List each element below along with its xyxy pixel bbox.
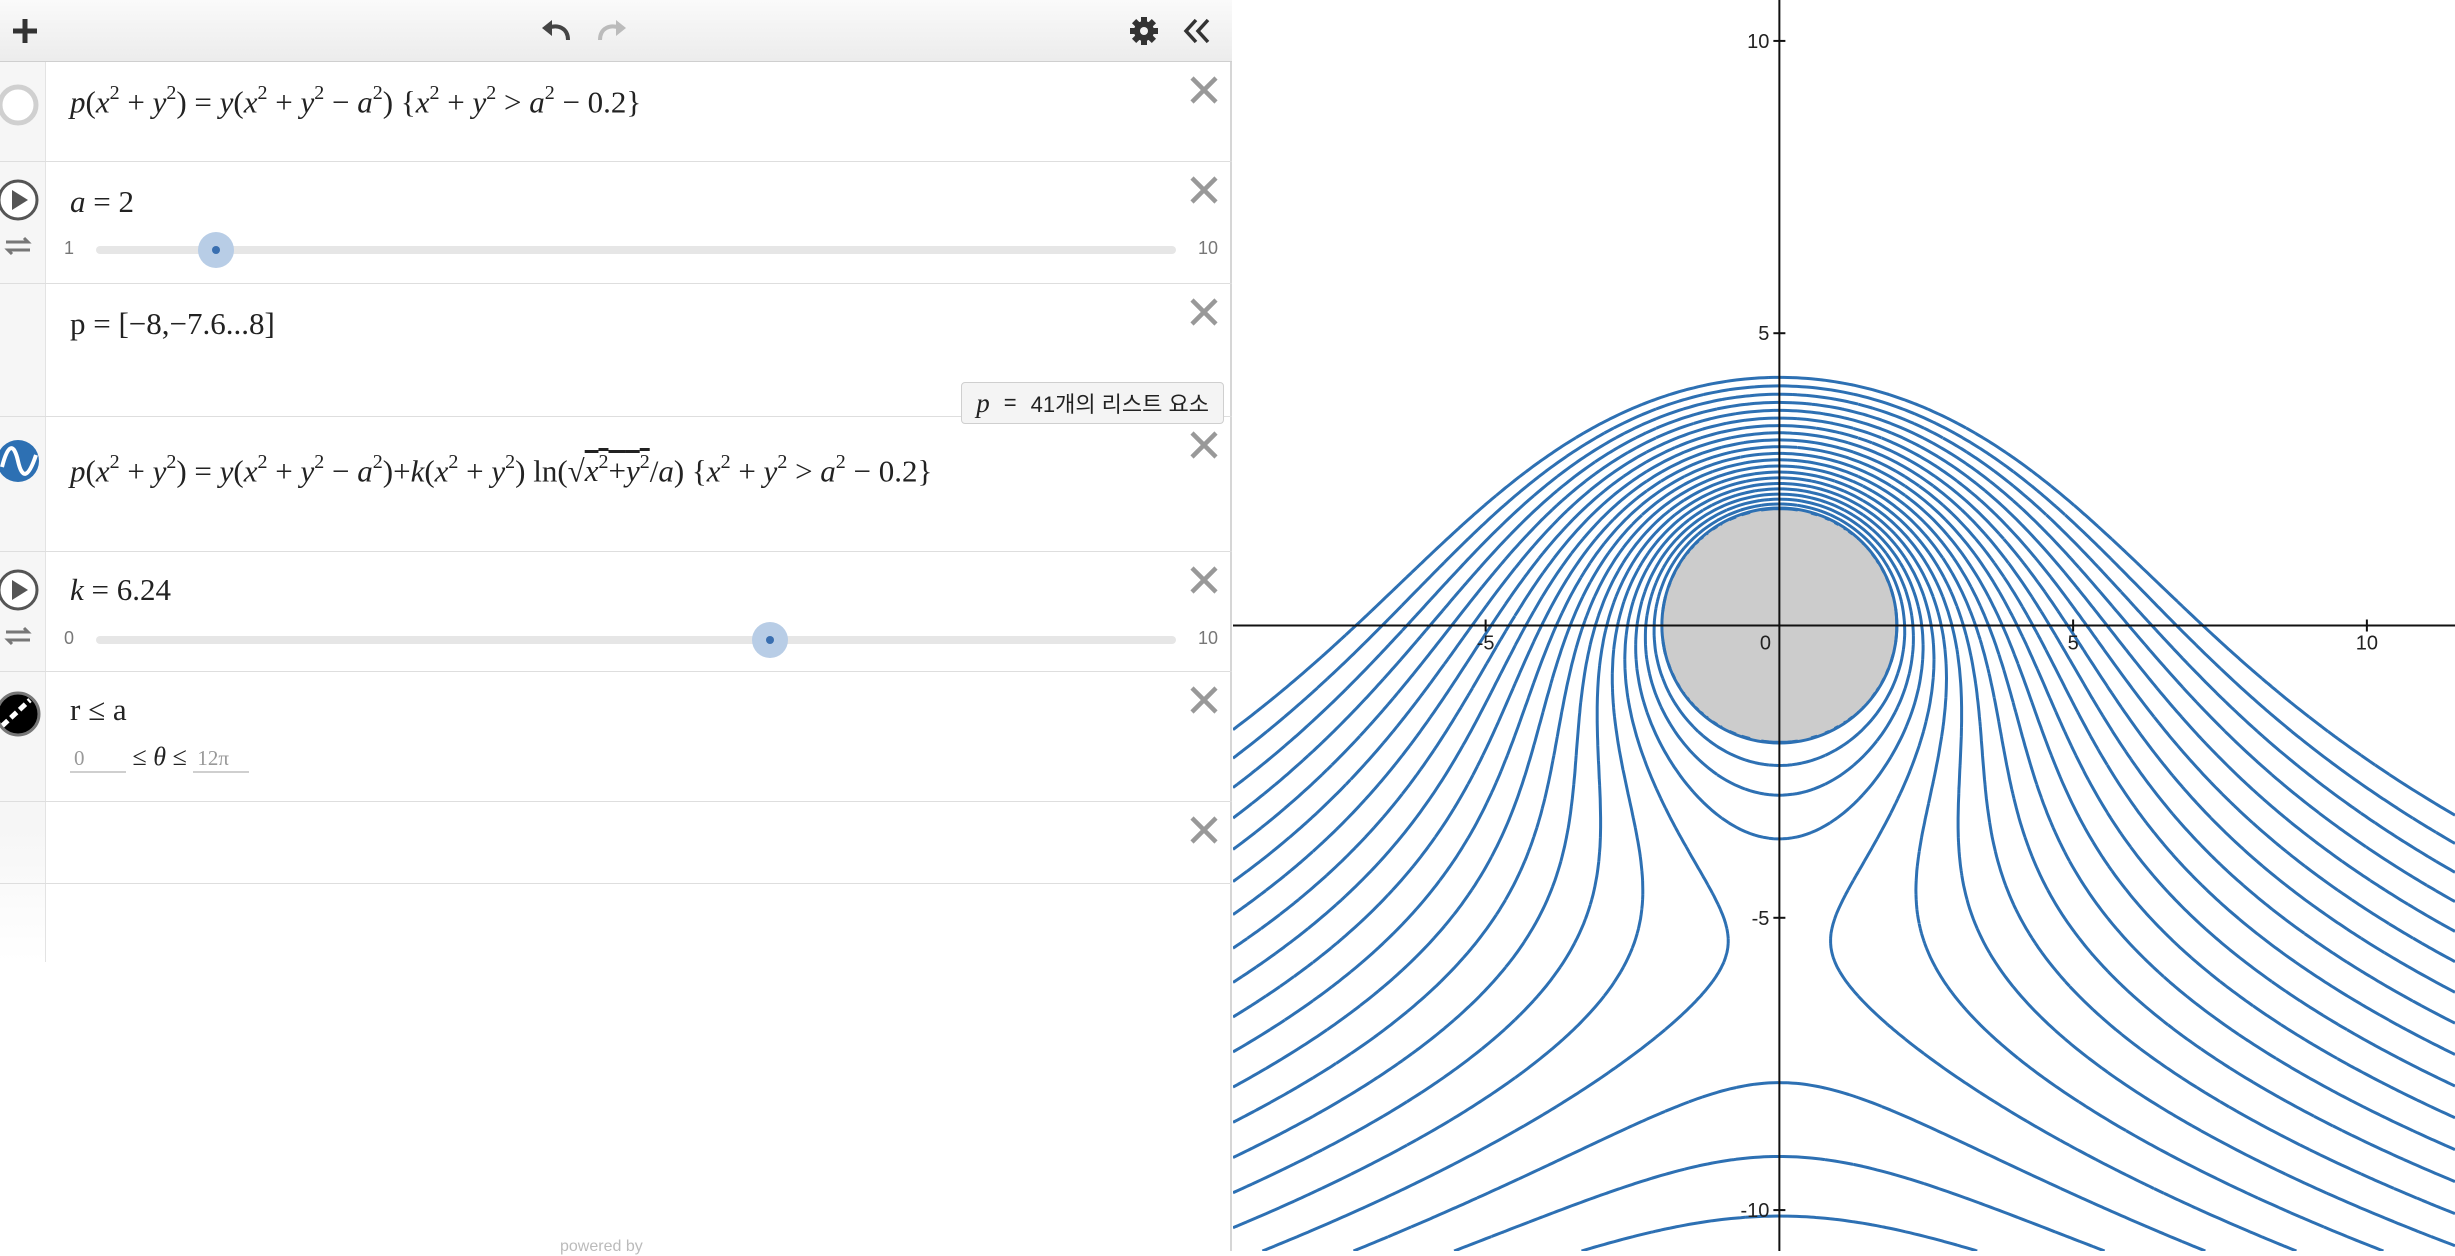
graph-paper[interactable]: -5 0 5 10 10 5 -5 -10: [1233, 0, 2455, 1251]
graph-svg[interactable]: -5 0 5 10 10 5 -5 -10: [1233, 0, 2455, 1251]
delete-expression-1[interactable]: [1186, 72, 1222, 108]
y-tick-label-2: -5: [1752, 908, 1770, 930]
x-tick-label-2: 5: [2068, 633, 2079, 655]
settings-button[interactable]: [1121, 8, 1167, 54]
collapse-panel-button[interactable]: [1174, 8, 1220, 54]
delete-expression-4[interactable]: [1186, 427, 1222, 463]
toggle-visibility-1[interactable]: [0, 76, 46, 140]
redo-button[interactable]: [589, 8, 635, 54]
redo-icon: [598, 20, 626, 41]
powered-by-label: powered by: [560, 1238, 643, 1255]
undo-icon: [542, 20, 570, 41]
loop-icon: [4, 626, 32, 646]
y-tick-label-3: -10: [1740, 1200, 1769, 1222]
slider-k-max[interactable]: 10: [1198, 628, 1218, 649]
delete-expression-7[interactable]: [1186, 812, 1222, 848]
theta-domain: 0 ≤ θ ≤ 12π: [70, 742, 250, 773]
slider-k-thumb[interactable]: [751, 622, 788, 658]
toggle-visibility-4[interactable]: [0, 433, 46, 497]
slider-row-k[interactable]: k = 6.24 0 10: [0, 552, 1232, 672]
x-tick-label-1: 0: [1760, 633, 1771, 655]
expression-row-1[interactable]: p(x2 + y2) = y(x2 + y2 − a2) {x2 + y2 > …: [0, 62, 1232, 162]
list-row-p[interactable]: p = [−8,−7.6...8] p = 41개의 리스트 요소: [0, 284, 1232, 424]
toolbar: [0, 0, 1232, 62]
slider-a-min[interactable]: 1: [64, 238, 74, 259]
polar-row[interactable]: r ≤ a 0 ≤ θ ≤ 12π: [0, 672, 1232, 802]
undo-button[interactable]: [533, 8, 579, 54]
slider-k-label[interactable]: k = 6.24: [70, 572, 171, 608]
play-slider-k-button[interactable]: [0, 568, 46, 646]
theta-min-input[interactable]: 0: [70, 746, 126, 773]
slider-k-track[interactable]: [96, 622, 1176, 658]
x-tick-label-0: -5: [1477, 633, 1495, 655]
slider-k-min[interactable]: 0: [64, 628, 74, 649]
delete-expression-6[interactable]: [1186, 682, 1222, 718]
expression-text-4[interactable]: p(x2 + y2) = y(x2 + y2 − a2)+k(x2 + y2) …: [70, 451, 932, 489]
slider-a-max[interactable]: 10: [1198, 238, 1218, 259]
play-slider-a-button[interactable]: [0, 178, 46, 256]
plus-icon: [13, 19, 37, 43]
slider-a-value[interactable]: 2: [118, 184, 134, 219]
expression-panel: p(x2 + y2) = y(x2 + y2 − a2) {x2 + y2 > …: [0, 0, 1232, 1255]
slider-k-value[interactable]: 6.24: [117, 572, 171, 607]
slider-a-thumb[interactable]: [197, 232, 234, 268]
desmos-app: p(x2 + y2) = y(x2 + y2 − a2) {x2 + y2 > …: [0, 0, 2455, 1255]
list-p-expression[interactable]: p = [−8,−7.6...8]: [70, 306, 275, 342]
delete-expression-3[interactable]: [1186, 294, 1222, 330]
x-tick-label-3: 10: [2356, 633, 2378, 655]
hidden-circle-icon: [0, 84, 39, 126]
y-tick-label-0: 10: [1747, 31, 1769, 53]
slider-a-track[interactable]: [96, 232, 1176, 268]
slider-row-a[interactable]: a = 2 1 10: [0, 162, 1232, 284]
expression-text-1[interactable]: p(x2 + y2) = y(x2 + y2 − a2) {x2 + y2 > …: [70, 82, 641, 120]
empty-expression-row[interactable]: [0, 802, 1232, 884]
delete-expression-5[interactable]: [1186, 562, 1222, 598]
double-chevron-left-icon: [1183, 18, 1210, 44]
slider-a-label[interactable]: a = 2: [70, 184, 134, 220]
expression-row-4[interactable]: p(x2 + y2) = y(x2 + y2 − a2)+k(x2 + y2) …: [0, 417, 1232, 552]
add-expression-button[interactable]: [2, 8, 48, 54]
toggle-visibility-6[interactable]: [0, 690, 46, 754]
delete-expression-2[interactable]: [1186, 172, 1222, 208]
polar-expression[interactable]: r ≤ a: [70, 692, 127, 728]
gear-icon: [1130, 17, 1158, 45]
loop-icon: [4, 236, 32, 256]
y-tick-label-1: 5: [1758, 323, 1769, 345]
theta-max-input[interactable]: 12π: [193, 746, 250, 773]
